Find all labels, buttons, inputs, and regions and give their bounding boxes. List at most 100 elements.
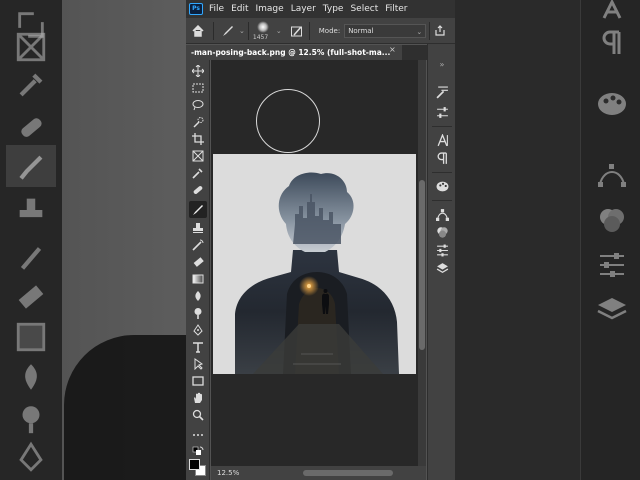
- zoom-icon[interactable]: [189, 406, 207, 423]
- lasso-icon[interactable]: [189, 96, 207, 113]
- divider: [432, 200, 452, 201]
- eraser-icon[interactable]: [189, 253, 207, 270]
- backdrop-figure: [64, 335, 186, 480]
- brush-settings-toggle[interactable]: [288, 18, 306, 44]
- brush-tool-icon[interactable]: [189, 201, 207, 218]
- layers-icon[interactable]: [434, 260, 450, 276]
- backdrop-eraser-icon: [14, 280, 48, 314]
- home-button[interactable]: [186, 18, 210, 44]
- divider: [213, 21, 214, 40]
- divider: [432, 126, 452, 127]
- type-icon[interactable]: [189, 338, 207, 355]
- screen: Ps File Edit Image Layer Type Select Fil…: [0, 0, 640, 480]
- home-icon: [192, 24, 204, 37]
- divider: [432, 172, 452, 173]
- blur-icon[interactable]: [189, 287, 207, 304]
- menu-select[interactable]: Select: [350, 4, 378, 14]
- brush-size-picker[interactable]: 1457: [252, 19, 274, 43]
- healing-brush-icon[interactable]: [189, 181, 207, 198]
- eyedropper-icon[interactable]: [189, 164, 207, 181]
- backdrop-brush-icon: [14, 150, 48, 184]
- chevron-down-icon[interactable]: ⌄: [276, 27, 282, 35]
- brush-preset-button[interactable]: [217, 18, 239, 44]
- mode-select[interactable]: Normal ⌄: [344, 23, 427, 38]
- backdrop-frame-icon: [14, 30, 48, 64]
- mode-label: Mode:: [318, 26, 341, 35]
- vertical-scroll-thumb[interactable]: [419, 180, 425, 350]
- gradient-icon[interactable]: [189, 270, 207, 287]
- vertical-scrollbar[interactable]: [418, 60, 426, 466]
- collapse-panels-icon[interactable]: »: [434, 56, 450, 72]
- history-brush-icon[interactable]: [189, 236, 207, 253]
- default-colors-icon[interactable]: [189, 443, 207, 460]
- hand-icon[interactable]: [189, 389, 207, 406]
- character-icon[interactable]: [434, 132, 450, 148]
- share-button[interactable]: [433, 18, 447, 44]
- brush-size-value: 1457: [252, 33, 269, 41]
- document-tab[interactable]: -man-posing-back.png @ 12.5% (full-shot-…: [186, 45, 402, 60]
- history-icon[interactable]: [434, 84, 450, 100]
- rectangle-icon[interactable]: [189, 372, 207, 389]
- adjust-icon[interactable]: [434, 104, 450, 120]
- menu-bar: Ps File Edit Image Layer Type Select Fil…: [186, 0, 455, 18]
- dodge-icon[interactable]: [189, 304, 207, 321]
- menu-image[interactable]: Image: [256, 4, 284, 14]
- properties-icon[interactable]: [434, 242, 450, 258]
- pen-icon[interactable]: [189, 321, 207, 338]
- backdrop-history-brush-icon: [14, 240, 48, 274]
- more-tools-icon[interactable]: [189, 426, 207, 443]
- backdrop-paragraph-icon: [600, 30, 624, 60]
- brush-cursor-outline: [256, 89, 320, 153]
- backdrop-dodge-icon: [14, 402, 48, 436]
- horizontal-scroll-thumb[interactable]: [303, 470, 393, 476]
- path-select-icon[interactable]: [189, 355, 207, 372]
- photoshop-window: Ps File Edit Image Layer Type Select Fil…: [186, 0, 455, 480]
- paths-icon[interactable]: [434, 206, 450, 222]
- backdrop-paths-icon: [596, 160, 628, 194]
- document-canvas[interactable]: [213, 154, 416, 374]
- mode-value: Normal: [348, 26, 374, 35]
- backdrop-layers-icon: [596, 295, 628, 329]
- backdrop-palette-icon: [596, 90, 628, 122]
- move-icon[interactable]: [189, 62, 207, 79]
- chevron-down-icon: ⌄: [416, 27, 423, 36]
- right-panel-dock: »: [427, 44, 455, 480]
- divider: [429, 21, 431, 40]
- document-tab-title: -man-posing-back.png @ 12.5% (full-shot-…: [191, 48, 391, 57]
- backdrop-character-icon: [598, 0, 626, 24]
- crop-icon[interactable]: [189, 130, 207, 147]
- status-bar: 12.5%: [211, 466, 426, 480]
- paragraph-icon[interactable]: [434, 150, 450, 166]
- tools-panel: [186, 60, 210, 480]
- backdrop-blur-icon: [14, 360, 48, 394]
- close-icon[interactable]: ×: [389, 45, 396, 54]
- chevron-down-icon[interactable]: ⌄: [239, 27, 245, 35]
- backdrop-healing-icon: [14, 110, 48, 144]
- menu-filter[interactable]: Filter: [385, 4, 407, 14]
- channels-icon[interactable]: [434, 224, 450, 240]
- divider: [308, 21, 310, 40]
- frame-icon[interactable]: [189, 147, 207, 164]
- photoshop-logo: Ps: [189, 3, 203, 15]
- menu-layer[interactable]: Layer: [291, 4, 316, 14]
- backdrop-properties-icon: [596, 250, 628, 284]
- share-icon: [435, 25, 445, 36]
- backdrop-stamp-icon: [14, 193, 48, 227]
- menu-file[interactable]: File: [209, 4, 224, 14]
- clone-stamp-icon[interactable]: [189, 219, 207, 236]
- brush-icon: [223, 25, 233, 36]
- backdrop-channels-icon: [596, 205, 628, 239]
- foreground-color-swatch[interactable]: [189, 459, 200, 470]
- backdrop-eyedropper-icon: [14, 68, 48, 102]
- canvas-area[interactable]: [211, 60, 418, 466]
- brush-tip-preview: [256, 20, 269, 33]
- marquee-icon[interactable]: [189, 79, 207, 96]
- color-palette-icon[interactable]: [434, 178, 450, 194]
- document-tab-bar: -man-posing-back.png @ 12.5% (full-shot-…: [186, 45, 455, 60]
- menu-type[interactable]: Type: [323, 4, 344, 14]
- double-exposure-image: [213, 154, 416, 374]
- zoom-level[interactable]: 12.5%: [217, 469, 239, 477]
- menu-edit[interactable]: Edit: [231, 4, 248, 14]
- quick-select-icon[interactable]: [189, 113, 207, 130]
- backdrop-panel-column: [580, 0, 640, 480]
